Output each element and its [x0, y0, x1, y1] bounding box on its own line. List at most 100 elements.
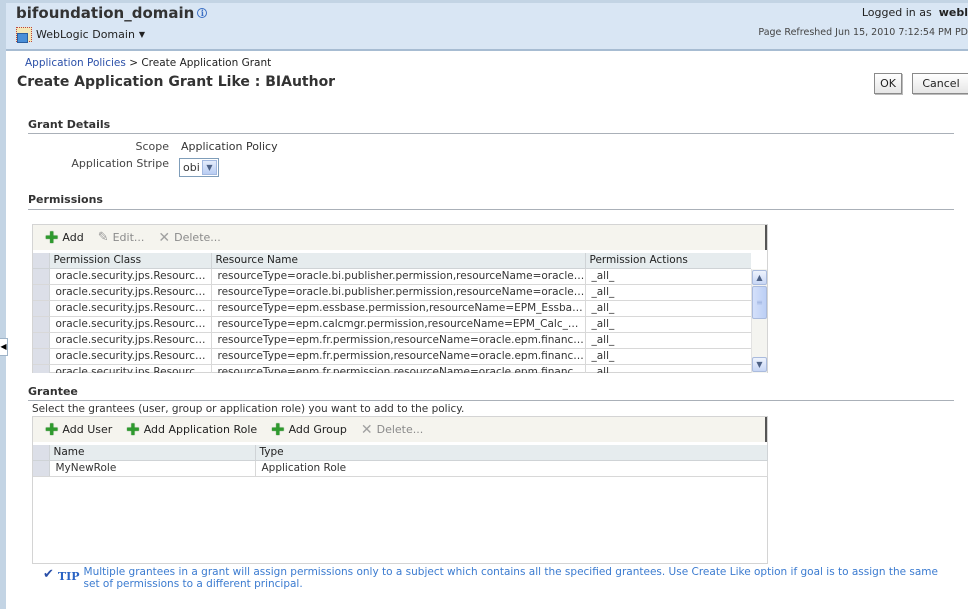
permission-actions-cell: _all_ — [585, 268, 751, 285]
grantee-table: Name Type MyNewRole Application Role — [33, 445, 768, 477]
add-group-label: Add Group — [288, 423, 347, 436]
row-selector[interactable] — [33, 268, 50, 285]
add-icon: ✚ — [126, 419, 140, 439]
left-navigation-rail — [0, 0, 6, 609]
grantee-toolbar: ✚ Add User ✚ Add Application Role ✚ Add … — [33, 417, 767, 442]
add-user-label: Add User — [62, 423, 113, 436]
column-header-name[interactable]: Name — [49, 445, 256, 461]
permission-class-cell: oracle.security.jps.Resource... — [49, 316, 212, 333]
edit-permission-label: Edit... — [112, 231, 145, 244]
add-icon: ✚ — [271, 419, 285, 439]
delete-icon: ✕ — [158, 229, 171, 246]
permissions-vertical-scrollbar[interactable]: ▲ ≡ ▼ — [751, 269, 767, 373]
table-row[interactable]: oracle.security.jps.Resource... resourceT… — [33, 300, 751, 317]
permission-actions-cell: _all_ — [585, 348, 751, 365]
add-group-button[interactable]: ✚ Add Group — [271, 419, 347, 439]
weblogic-domain-menu-label: WebLogic Domain — [36, 28, 135, 41]
grantee-header-row: Name Type — [33, 445, 768, 461]
row-selector-header — [33, 253, 50, 269]
table-row[interactable]: oracle.security.jps.Resource... resourceT… — [33, 316, 751, 333]
resource-name-cell: resourceType=oracle.bi.publisher.permiss… — [211, 268, 586, 285]
page-refreshed-timestamp: Page Refreshed Jun 15, 2010 7:12:54 PM P… — [758, 27, 968, 38]
table-row[interactable]: MyNewRole Application Role — [33, 460, 768, 477]
table-row[interactable]: oracle.security.jps.Resource... resourceT… — [33, 284, 751, 301]
weblogic-domain-menu[interactable]: WebLogic Domain ▼ — [16, 27, 145, 43]
row-selector[interactable] — [33, 460, 50, 477]
checkmark-icon: ✔ — [43, 567, 54, 582]
breadcrumb-current: Create Application Grant — [141, 57, 272, 69]
add-application-role-button[interactable]: ✚ Add Application Role — [126, 419, 258, 439]
resource-name-cell: resourceType=oracle.bi.publisher.permiss… — [211, 284, 586, 301]
column-header-resource-name[interactable]: Resource Name — [211, 253, 586, 269]
row-selector[interactable] — [33, 284, 50, 301]
table-row[interactable]: oracle.security.jps.Resource... resourceT… — [33, 268, 751, 285]
permissions-table-panel: ✚ Add ✎ Edit... ✕ Delete... Permission C… — [32, 224, 768, 373]
permission-class-cell: oracle.security.jps.Resource... — [49, 348, 212, 365]
permission-class-cell: oracle.security.jps.Resource... — [49, 300, 212, 317]
table-row[interactable]: oracle.security.jps.Resource... resourceT… — [33, 348, 751, 365]
page-title: Create Application Grant Like : BIAuthor — [17, 74, 336, 90]
column-header-permission-actions[interactable]: Permission Actions — [585, 253, 751, 269]
delete-permission-button[interactable]: ✕ Delete... — [158, 230, 220, 246]
scope-value: Application Policy — [181, 140, 278, 153]
add-application-role-label: Add Application Role — [143, 423, 258, 436]
scope-label: Scope — [135, 140, 169, 153]
table-row[interactable]: oracle.security.jps.Resource... resourceT… — [33, 364, 751, 373]
permission-actions-cell: _all_ — [585, 364, 751, 373]
resource-name-cell: resourceType=epm.calcmgr.permission,reso… — [211, 316, 586, 333]
permission-class-cell: oracle.security.jps.Resource... — [49, 268, 212, 285]
row-selector[interactable] — [33, 316, 50, 333]
application-stripe-select[interactable]: obi ▼ — [179, 158, 219, 177]
add-permission-button[interactable]: ✚ Add — [45, 227, 84, 247]
row-selector[interactable] — [33, 364, 50, 373]
grantee-table-viewport: Name Type MyNewRole Application Role — [33, 445, 768, 477]
breadcrumb-application-policies[interactable]: Application Policies — [25, 57, 126, 69]
grantee-type-cell: Application Role — [255, 460, 768, 477]
collapse-pane-handle[interactable]: ◀ — [0, 338, 8, 356]
add-icon: ✚ — [45, 419, 59, 439]
info-icon[interactable]: i — [197, 8, 208, 18]
column-header-type[interactable]: Type — [255, 445, 768, 461]
row-selector[interactable] — [33, 332, 50, 349]
application-stripe-value: obi — [183, 161, 200, 174]
delete-grantee-button[interactable]: ✕ Delete... — [361, 422, 423, 438]
weblogic-domain-icon — [16, 27, 32, 43]
permissions-header-row: Permission Class Resource Name Permissio… — [33, 253, 751, 269]
table-row[interactable]: oracle.security.jps.Resource... resourceT… — [33, 332, 751, 349]
scroll-down-icon[interactable]: ▼ — [752, 357, 767, 372]
grantee-table-panel: ✚ Add User ✚ Add Application Role ✚ Add … — [32, 416, 768, 564]
permission-class-cell: oracle.security.jps.Resource... — [49, 364, 212, 373]
logged-in-prefix: Logged in as — [861, 6, 932, 19]
grantee-name-cell: MyNewRole — [49, 460, 256, 477]
permission-actions-cell: _all_ — [585, 284, 751, 301]
permission-actions-cell: _all_ — [585, 300, 751, 317]
cancel-button[interactable]: Cancel — [912, 73, 968, 94]
scrollbar-thumb[interactable]: ≡ — [752, 286, 767, 319]
add-user-button[interactable]: ✚ Add User — [45, 419, 113, 439]
section-divider — [28, 133, 954, 134]
scroll-up-icon[interactable]: ▲ — [752, 270, 767, 285]
page-header: bifoundation_domain i WebLogic Domain ▼ L… — [6, 0, 968, 51]
column-header-permission-class[interactable]: Permission Class — [49, 253, 212, 269]
section-divider — [28, 400, 954, 401]
application-stripe-label: Application Stripe — [71, 157, 169, 170]
resource-name-cell: resourceType=epm.fr.permission,resourceN… — [211, 364, 586, 373]
grantee-description: Select the grantees (user, group or appl… — [32, 403, 465, 415]
delete-grantee-label: Delete... — [376, 423, 424, 436]
edit-permission-button[interactable]: ✎ Edit... — [98, 230, 145, 245]
add-icon: ✚ — [45, 227, 59, 247]
permission-actions-cell: _all_ — [585, 316, 751, 333]
grant-details-heading: Grant Details — [28, 118, 111, 131]
ok-button[interactable]: OK — [874, 73, 902, 94]
delete-permission-label: Delete... — [174, 231, 221, 244]
permission-class-cell: oracle.security.jps.Resource... — [49, 284, 212, 301]
add-permission-label: Add — [62, 231, 84, 244]
logged-in-user[interactable]: webl — [939, 6, 968, 19]
row-selector[interactable] — [33, 300, 50, 317]
tip-text: Multiple grantees in a grant will assign… — [83, 566, 938, 590]
breadcrumb-separator: > — [129, 57, 138, 69]
domain-title-text: bifoundation_domain — [16, 4, 195, 22]
permissions-toolbar: ✚ Add ✎ Edit... ✕ Delete... — [33, 225, 767, 250]
row-selector[interactable] — [33, 348, 50, 365]
permission-actions-cell: _all_ — [585, 332, 751, 349]
